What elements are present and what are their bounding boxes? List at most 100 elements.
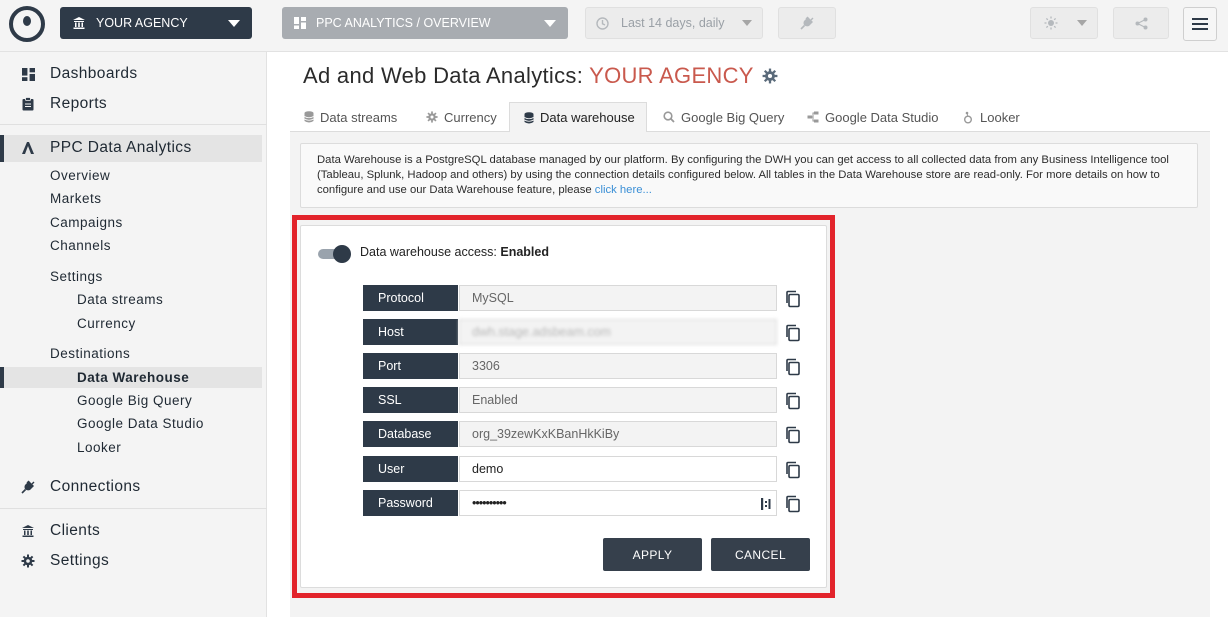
- tab-google-big-query[interactable]: Google Big Query: [649, 102, 789, 132]
- gear-icon: [21, 554, 35, 568]
- user-input[interactable]: demo: [459, 456, 777, 482]
- sidebar-item-clients[interactable]: Clients: [0, 518, 267, 544]
- sidebar-item-data-streams[interactable]: Data streams: [0, 289, 267, 309]
- agency-selector[interactable]: YOUR AGENCY: [60, 7, 252, 39]
- dashboard-icon: [294, 17, 306, 29]
- copy-icon[interactable]: [784, 461, 802, 479]
- theme-selector[interactable]: [1030, 7, 1098, 39]
- gear-icon: [426, 111, 438, 123]
- menu-line: [1192, 23, 1208, 25]
- port-field: 3306: [459, 353, 777, 379]
- destination-tabs: Data streams Currency Data warehouse Goo…: [290, 102, 1210, 132]
- tab-currency[interactable]: Currency: [412, 102, 508, 132]
- sidebar-item-label: Channels: [50, 237, 112, 253]
- connections-button[interactable]: [778, 7, 836, 39]
- warehouse-access-toggle[interactable]: [318, 245, 352, 263]
- sidebar-item-google-big-query[interactable]: Google Big Query: [0, 390, 267, 410]
- chevron-down-icon: [228, 20, 240, 27]
- tab-data-warehouse[interactable]: Data warehouse: [509, 102, 647, 132]
- bank-icon: [72, 16, 86, 30]
- chevron-down-icon: [544, 20, 556, 27]
- analytics-logo-icon: [21, 141, 35, 155]
- sitemap-icon: [807, 111, 819, 123]
- sidebar-item-looker[interactable]: Looker: [0, 437, 267, 457]
- sidebar-item-label: Google Data Studio: [77, 415, 204, 431]
- sidebar-item-dashboards[interactable]: Dashboards: [0, 61, 267, 87]
- apply-button[interactable]: APPLY: [603, 538, 702, 571]
- menu-line: [1192, 28, 1208, 30]
- copy-icon[interactable]: [784, 358, 802, 376]
- plug-icon: [21, 480, 35, 494]
- password-manager-icon[interactable]: [760, 497, 772, 511]
- share-icon: [1135, 17, 1148, 30]
- gear-icon[interactable]: [762, 68, 778, 84]
- copy-icon[interactable]: [784, 426, 802, 444]
- sidebar-item-label: Dashboards: [50, 65, 138, 82]
- tab-label: Google Data Studio: [825, 109, 939, 125]
- sidebar-item-label: Connections: [50, 478, 141, 495]
- field-label: User: [363, 456, 458, 482]
- sidebar-item-label: Overview: [50, 167, 111, 183]
- sidebar-item-currency[interactable]: Currency: [0, 313, 267, 333]
- protocol-row: Protocol MySQL: [363, 285, 777, 311]
- hamburger-menu-button[interactable]: [1183, 7, 1217, 41]
- top-bar: YOUR AGENCY PPC ANALYTICS / OVERVIEW Las…: [0, 0, 1228, 52]
- copy-icon[interactable]: [784, 290, 802, 308]
- copy-icon[interactable]: [784, 495, 802, 513]
- sidebar-item-label: Clients: [50, 522, 101, 539]
- sidebar-item-label: PPC Data Analytics: [50, 139, 192, 156]
- protocol-field: MySQL: [459, 285, 777, 311]
- page-title-text: Ad and Web Data Analytics:: [303, 63, 584, 88]
- access-label-text: Data warehouse access:: [360, 245, 497, 259]
- tab-label: Looker: [980, 109, 1020, 125]
- sidebar-item-label: Settings: [50, 268, 103, 284]
- info-link[interactable]: click here...: [595, 184, 652, 196]
- password-value: ••••••••••: [472, 496, 507, 510]
- tab-looker[interactable]: Looker: [950, 102, 1030, 132]
- looker-icon: [964, 111, 974, 124]
- copy-icon[interactable]: [784, 324, 802, 342]
- user-row: User demo: [363, 456, 777, 482]
- password-row: Password ••••••••••: [363, 490, 777, 516]
- sun-icon: [1044, 16, 1058, 30]
- sidebar-item-overview[interactable]: Overview: [0, 165, 267, 185]
- sidebar-item-label: Data streams: [77, 291, 164, 307]
- sidebar-group-settings[interactable]: Settings: [0, 266, 267, 286]
- info-text: Data Warehouse is a PostgreSQL database …: [317, 154, 1169, 196]
- sidebar-item-reports[interactable]: Reports: [0, 91, 267, 117]
- app-logo[interactable]: [9, 6, 45, 42]
- share-button[interactable]: [1113, 7, 1169, 39]
- sidebar-item-channels[interactable]: Channels: [0, 235, 267, 255]
- search-icon: [663, 111, 675, 123]
- clipboard-icon: [21, 97, 35, 111]
- tab-label: Data warehouse: [540, 110, 635, 125]
- tab-label: Data streams: [320, 109, 398, 125]
- page-title: Ad and Web Data Analytics: YOUR AGENCY: [303, 63, 778, 89]
- sidebar-item-data-warehouse[interactable]: Data Warehouse: [0, 367, 267, 387]
- sidebar-item-label: Currency: [77, 315, 136, 331]
- sidebar-item-connections[interactable]: Connections: [0, 474, 267, 500]
- tab-data-streams[interactable]: Data streams: [290, 102, 410, 132]
- sidebar-item-settings[interactable]: Settings: [0, 548, 267, 574]
- password-input[interactable]: ••••••••••: [459, 490, 777, 516]
- date-range-label: Last 14 days, daily: [621, 16, 725, 30]
- tab-google-data-studio[interactable]: Google Data Studio: [793, 102, 943, 132]
- sidebar-item-label: Settings: [50, 552, 110, 569]
- copy-icon[interactable]: [784, 392, 802, 410]
- view-selector-label: PPC ANALYTICS / OVERVIEW: [316, 16, 491, 30]
- sidebar-item-markets[interactable]: Markets: [0, 188, 267, 208]
- chevron-down-icon: [742, 20, 752, 26]
- sidebar-item-google-data-studio[interactable]: Google Data Studio: [0, 413, 267, 433]
- sidebar-group-destinations[interactable]: Destinations: [0, 343, 267, 363]
- cancel-button[interactable]: CANCEL: [711, 538, 810, 571]
- menu-line: [1192, 18, 1208, 20]
- sidebar-item-campaigns[interactable]: Campaigns: [0, 212, 267, 232]
- sidebar-item-label: Campaigns: [50, 214, 123, 230]
- database-field: org_39zewKxKBanHkKiBy: [459, 421, 777, 447]
- database-icon: [524, 111, 534, 124]
- date-range-selector[interactable]: Last 14 days, daily: [585, 7, 763, 39]
- sidebar-item-label: Reports: [50, 95, 108, 112]
- ssl-field: Enabled: [459, 387, 777, 413]
- view-selector[interactable]: PPC ANALYTICS / OVERVIEW: [282, 7, 568, 39]
- sidebar-item-ppc-data-analytics[interactable]: PPC Data Analytics: [0, 135, 267, 161]
